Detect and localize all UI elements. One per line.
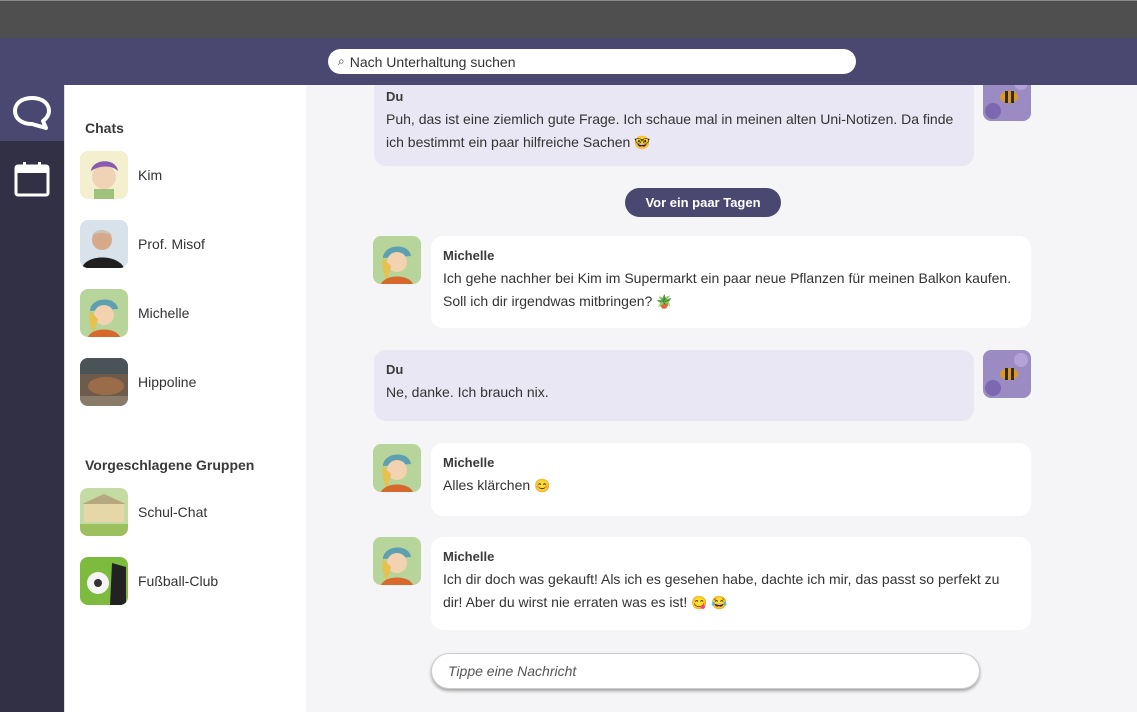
- chat-item-kim[interactable]: Kim: [80, 150, 295, 200]
- chat-name: Kim: [138, 167, 163, 183]
- message-sender: Du: [386, 89, 404, 104]
- nav-rail: [0, 85, 64, 712]
- message-text: Alles klärchen 😊: [443, 474, 1019, 497]
- search-icon: ⌕: [338, 54, 345, 68]
- chat-item-hippoline[interactable]: Hippoline: [80, 357, 295, 407]
- avatar-michelle: [373, 444, 421, 492]
- nerd-emoji-icon: 🤓: [634, 135, 651, 150]
- chat-name: Prof. Misof: [138, 236, 205, 252]
- conversation-panel: Du Puh, das ist eine ziemlich gute Frage…: [306, 85, 1137, 712]
- chat-name: Michelle: [138, 305, 190, 321]
- chat-item-michelle[interactable]: Michelle: [80, 288, 295, 338]
- message-text: Ich gehe nachher bei Kim im Supermarkt e…: [443, 267, 1019, 313]
- smile-emoji-icon: 😊: [534, 478, 551, 493]
- message-bubble-michelle: Michelle Alles klärchen 😊: [431, 443, 1031, 516]
- chat-sidebar: Chats Kim Prof. Misof Michelle Hippoline…: [64, 85, 306, 712]
- avatar-own-bee: [983, 350, 1031, 398]
- message-sender: Michelle: [443, 248, 495, 263]
- group-name: Fußball-Club: [138, 573, 219, 589]
- message-sender: Du: [386, 362, 404, 377]
- chats-heading: Chats: [85, 120, 124, 136]
- avatar-kim: [80, 151, 128, 199]
- group-item-schul-chat[interactable]: Schul-Chat: [80, 487, 295, 537]
- avatar-football: [80, 557, 128, 605]
- message-text: Ne, danke. Ich brauch nix.: [386, 384, 549, 400]
- chat-name: Hippoline: [138, 374, 197, 390]
- avatar-school: [80, 488, 128, 536]
- message-sender: Michelle: [443, 549, 495, 564]
- message-text: Puh, das ist eine ziemlich gute Frage. I…: [386, 108, 962, 154]
- message-text: Ich dir doch was gekauft! Als ich es ges…: [443, 568, 1019, 614]
- avatar-prof-misof: [80, 220, 128, 268]
- message-sender: Michelle: [443, 455, 495, 470]
- avatar-michelle: [373, 236, 421, 284]
- search-placeholder: Nach Unterhaltung suchen: [349, 53, 516, 70]
- suggested-groups-heading: Vorgeschlagene Gruppen: [85, 457, 255, 473]
- window-titlebar: [0, 0, 1137, 38]
- calendar-icon[interactable]: [0, 153, 64, 205]
- chat-bubble-icon[interactable]: [0, 85, 64, 141]
- message-bubble-own: Du Puh, das ist eine ziemlich gute Frage…: [374, 85, 974, 166]
- date-divider: Vor ein paar Tagen: [625, 188, 781, 217]
- top-bar: ⌕ Nach Unterhaltung suchen: [0, 38, 1137, 85]
- search-input[interactable]: ⌕ Nach Unterhaltung suchen: [328, 49, 856, 74]
- avatar-hippoline: [80, 358, 128, 406]
- message-bubble-own: Du Ne, danke. Ich brauch nix.: [374, 350, 974, 421]
- chat-item-prof-misof[interactable]: Prof. Misof: [80, 219, 295, 269]
- yum-laugh-emoji-icon: 😋 😂: [691, 595, 728, 610]
- group-item-fussball-club[interactable]: Fußball-Club: [80, 556, 295, 606]
- message-input-placeholder: Tippe eine Nachricht: [448, 663, 577, 679]
- message-bubble-michelle: Michelle Ich gehe nachher bei Kim im Sup…: [431, 236, 1031, 328]
- avatar-own-bee: [983, 85, 1031, 121]
- message-bubble-michelle: Michelle Ich dir doch was gekauft! Als i…: [431, 537, 1031, 630]
- avatar-michelle: [80, 289, 128, 337]
- potted-plant-emoji-icon: 🪴: [656, 294, 673, 309]
- message-input[interactable]: Tippe eine Nachricht: [431, 653, 980, 689]
- avatar-michelle: [373, 537, 421, 585]
- group-name: Schul-Chat: [138, 504, 208, 520]
